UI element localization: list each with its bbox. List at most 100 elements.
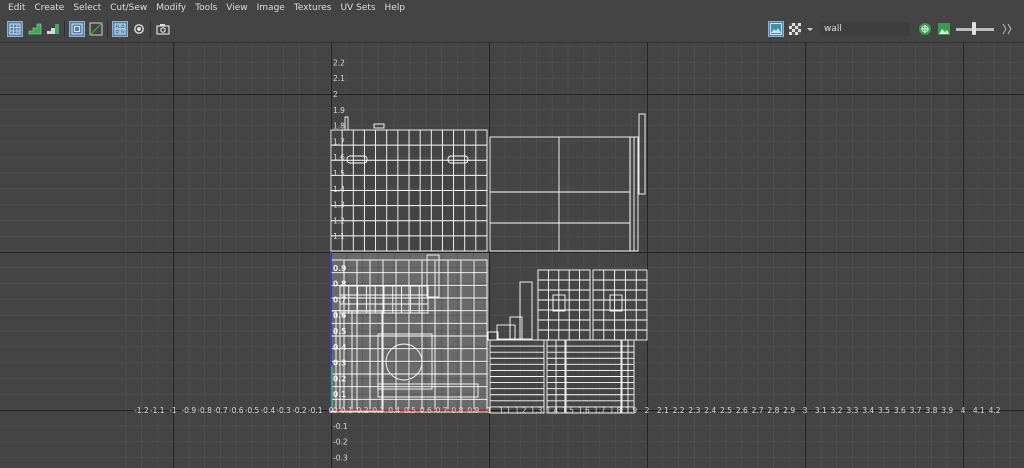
texture-name-field[interactable]: wall: [820, 22, 910, 36]
x-tick-label: 1.6: [578, 406, 590, 415]
menu-bar: Edit Create Select Cut/Sew Modify Tools …: [0, 0, 1024, 16]
toolbar-separator: [64, 21, 65, 37]
x-tick-label: 0.3: [372, 406, 384, 415]
y-tick-label: 2: [333, 90, 338, 99]
menu-view[interactable]: View: [222, 0, 252, 16]
y-tick-label: -0.2: [333, 438, 348, 447]
x-tick-label: 2.2: [673, 406, 685, 415]
x-tick-label: 2.5: [720, 406, 732, 415]
x-tick-label: 1.8: [609, 406, 621, 415]
menu-edit[interactable]: Edit: [0, 0, 30, 16]
x-tick-label: -1.1: [150, 406, 165, 415]
x-tick-label: 1.1: [499, 406, 511, 415]
y-tick-label: 0: [333, 406, 338, 415]
y-tick-label: 0.2: [333, 374, 346, 383]
y-tick-label: 0.1: [333, 390, 346, 399]
y-tick-label: 0.5: [333, 327, 346, 336]
x-axis-labels: -1.2 -1.1 -1 -0.9 -0.8 -0.7 -0.6 -0.5 -0.4 -0.3 -0…: [134, 406, 1001, 415]
stair-green-icon[interactable]: [27, 21, 43, 37]
x-tick-label: 4.1: [973, 406, 985, 415]
distortion-icon[interactable]: [131, 21, 147, 37]
x-tick-label: -0.4: [260, 406, 275, 415]
y-tick-label: 0.6: [333, 311, 346, 320]
x-tick-label: 2.3: [688, 406, 700, 415]
toolbar-separator: [107, 21, 108, 37]
frame-all-icon[interactable]: [69, 21, 85, 37]
x-tick-label: 0.1: [341, 406, 353, 415]
x-tick-label: -1: [169, 406, 177, 415]
x-tick-label: -0.8: [197, 406, 212, 415]
toolbar-overflow-icon[interactable]: [1000, 22, 1014, 36]
uv-hole: [609, 294, 623, 312]
x-tick-label: 0.8: [451, 406, 463, 415]
x-tick-label: 0.9: [467, 406, 479, 415]
x-tick-label: 3.7: [910, 406, 922, 415]
y-tick-label: -0.1: [333, 422, 348, 431]
y-tick-label: 1.5: [333, 169, 345, 178]
menu-help[interactable]: Help: [381, 0, 411, 16]
menu-uv-sets[interactable]: UV Sets: [336, 0, 380, 16]
uv-toggle-icon[interactable]: [917, 21, 933, 37]
x-tick-label: 0.4: [388, 406, 400, 415]
x-tick-label: 0.5: [404, 406, 416, 415]
x-tick-label: 1.7: [594, 406, 606, 415]
x-tick-label: -0.9: [181, 406, 196, 415]
y-tick-label: 1.9: [333, 106, 345, 115]
image-toggle-icon[interactable]: [936, 21, 952, 37]
x-tick-label: 3.3: [846, 406, 858, 415]
menu-cut-sew[interactable]: Cut/Sew: [106, 0, 152, 16]
menu-image[interactable]: Image: [253, 0, 290, 16]
x-tick-label: -1.2: [134, 406, 149, 415]
menu-select[interactable]: Select: [69, 0, 106, 16]
x-tick-label: 0.2: [357, 406, 369, 415]
y-tick-label: 1.1: [333, 232, 345, 241]
uv-grid-icon[interactable]: [7, 21, 23, 37]
x-tick-label: 4: [961, 406, 966, 415]
frame-selection-icon[interactable]: [88, 21, 104, 37]
menu-tools[interactable]: Tools: [191, 0, 222, 16]
x-tick-label: 1.9: [625, 406, 637, 415]
x-tick-label: 1.5: [562, 406, 574, 415]
y-tick-label: 1.7: [333, 137, 345, 146]
x-tick-label: -0.6: [229, 406, 244, 415]
exposure-slider-handle[interactable]: [972, 22, 976, 35]
x-tick-label: 2.8: [767, 406, 779, 415]
checker-icon[interactable]: [787, 21, 803, 37]
x-tick-label: 3.9: [941, 406, 953, 415]
y-tick-label: 1.3: [333, 201, 345, 210]
x-tick-label: 3.4: [862, 406, 874, 415]
x-tick-label: 1.3: [530, 406, 542, 415]
y-tick-label: 1.2: [333, 216, 345, 225]
stair-white-icon[interactable]: [45, 21, 61, 37]
y-tick-label: 0.7: [333, 295, 346, 304]
menu-create[interactable]: Create: [30, 0, 69, 16]
dropdown-arrow-icon[interactable]: [805, 21, 815, 37]
x-tick-label: 1.4: [546, 406, 558, 415]
x-tick-label: -0.7: [213, 406, 228, 415]
menu-textures[interactable]: Textures: [290, 0, 337, 16]
y-tick-label: 0.4: [333, 343, 346, 352]
x-tick-label: 2.9: [783, 406, 795, 415]
y-tick-label: 2.1: [333, 74, 345, 83]
y-tick-label: 1.6: [333, 153, 345, 162]
y-tick-label: 0.9: [333, 264, 346, 273]
y-tick-label: 2.2: [333, 58, 345, 67]
x-tick-label: 3.5: [878, 406, 890, 415]
x-tick-label: 3.6: [894, 406, 906, 415]
image-display-icon[interactable]: [768, 21, 784, 37]
y-tick-label: -0.3: [333, 453, 348, 462]
x-tick-label: 3.8: [925, 406, 937, 415]
uv-editor-viewport[interactable]: -1.2 -1.1 -1 -0.9 -0.8 -0.7 -0.6 -0.5 -0.4 -0.3 -0…: [0, 43, 1024, 468]
x-tick-label: 0.7: [436, 406, 448, 415]
uv-shell-block-b: [592, 269, 648, 341]
x-tick-label: 2: [645, 406, 650, 415]
x-tick-label: 2.7: [752, 406, 764, 415]
menu-modify[interactable]: Modify: [152, 0, 191, 16]
shaded-uv-icon[interactable]: [112, 21, 128, 37]
y-tick-label: 1.4: [333, 185, 345, 194]
x-tick-label: 0.6: [420, 406, 432, 415]
snapshot-icon[interactable]: [155, 21, 171, 37]
x-tick-label: 3.1: [815, 406, 827, 415]
y-tick-label: 1.8: [333, 122, 345, 131]
uv-canvas[interactable]: -1.2 -1.1 -1 -0.9 -0.8 -0.7 -0.6 -0.5 -0.4 -0.3 -0…: [0, 43, 1024, 468]
